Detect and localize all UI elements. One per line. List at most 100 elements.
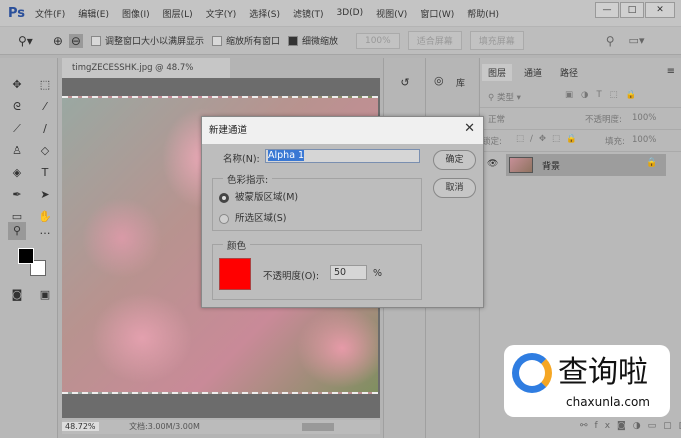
menu-3d[interactable]: 3D(D) [337, 8, 364, 18]
name-label: 名称(N): [223, 154, 260, 165]
lock-row: 锁定: ⬚∕✥⬚🔒 填充: 100% [480, 130, 681, 152]
marquee-tool-icon[interactable]: ⬚ [36, 76, 54, 94]
minimize-button[interactable]: — [595, 2, 619, 18]
menu-view[interactable]: 视图(V) [376, 7, 407, 20]
brush-tool-icon[interactable]: ∕ [36, 120, 54, 138]
layer-name: 背景 [542, 162, 561, 172]
status-bar: 48.72% 文档:3.00M/3.00M [62, 420, 380, 434]
quick-mask-icon[interactable]: ◙ [8, 286, 26, 304]
zoom-tool-icon[interactable]: ⚲ [8, 222, 26, 240]
horizontal-scrollbar[interactable] [302, 423, 334, 431]
layer-thumbnail [509, 157, 533, 173]
tab-layers[interactable]: 图层 [482, 64, 513, 81]
options-bar: ⚲▾ ⊕ ⊖ 调整窗口大小以满屏显示 缩放所有窗口 细微缩放 100% 适合屏幕… [0, 27, 681, 55]
panel-menu-icon[interactable]: ≡ [667, 66, 675, 77]
history-icon[interactable]: ↺ [396, 74, 414, 92]
opacity-label: 不透明度(O): [263, 271, 320, 282]
lock-icon: 🔒 [646, 158, 658, 168]
eyedropper-icon[interactable]: ⟋ [8, 120, 26, 138]
visibility-eye-icon[interactable]: 👁 [487, 159, 498, 169]
resize-windows-label: 调整窗口大小以满屏显示 [104, 37, 204, 47]
scrubby-zoom-checkbox[interactable] [287, 35, 298, 46]
close-window-button[interactable]: ✕ [645, 2, 675, 18]
tab-paths[interactable]: 路径 [554, 64, 584, 81]
opacity-input[interactable]: 50 [330, 265, 367, 280]
menu-bar: Ps 文件(F) 编辑(E) 图像(I) 图层(L) 文字(Y) 选择(S) 滤… [0, 0, 681, 26]
lock-label: 锁定: [482, 137, 502, 147]
type-tool-icon[interactable]: T [36, 164, 54, 182]
menu-filter[interactable]: 滤镜(T) [293, 7, 324, 20]
blend-mode-select[interactable]: 正常 [488, 113, 505, 125]
foreground-color[interactable] [18, 248, 34, 264]
more-tools-icon[interactable]: … [36, 222, 54, 240]
menu-layer[interactable]: 图层(L) [163, 7, 193, 20]
masked-areas-radio[interactable]: 被蒙版区域(M) [219, 189, 298, 203]
layer-filter-row: ⚲ 类型 ▾ ▣◑T⬚🔒 [480, 86, 681, 108]
creative-cloud-icon[interactable]: ◎ [434, 74, 444, 87]
fill-value[interactable]: 100% [632, 135, 656, 145]
selected-areas-radio[interactable]: 所选区域(S) [219, 210, 286, 224]
photoshop-logo: Ps [8, 5, 26, 21]
menu-image[interactable]: 图像(I) [122, 7, 150, 20]
fill-tool-icon[interactable]: ◈ [8, 164, 26, 182]
percent-label: % [373, 268, 383, 279]
lock-icons[interactable]: ⬚∕✥⬚🔒 [516, 134, 583, 144]
blend-row: 正常 不透明度: 100% [480, 108, 681, 130]
zoom-all-checkbox[interactable] [211, 35, 222, 46]
zoom-in-icon[interactable]: ⊕ [53, 34, 63, 48]
color-group-label: 颜色 [223, 238, 251, 252]
zoom-tool-icon[interactable]: ⚲▾ [18, 34, 33, 48]
doc-size: 文档:3.00M/3.00M [129, 422, 200, 431]
ok-button[interactable]: 确定 [433, 150, 476, 170]
menu-help[interactable]: 帮助(H) [467, 7, 499, 20]
menu-type[interactable]: 文字(Y) [206, 7, 237, 20]
menu-window[interactable]: 窗口(W) [420, 7, 454, 20]
zoom-out-icon[interactable]: ⊖ [68, 33, 83, 48]
color-group: 颜色 不透明度(O): 50 % [212, 238, 422, 300]
resize-windows-checkbox[interactable] [90, 35, 101, 46]
stamp-tool-icon[interactable]: ♙ [8, 142, 26, 160]
document-tab[interactable]: timgZECESSHK.jpg @ 48.7%(RGB/8#) × [62, 58, 230, 93]
watermark: 查询啦 chaxunla.com [504, 345, 670, 417]
maximize-button[interactable]: □ [620, 2, 644, 18]
name-input[interactable]: Alpha 1 [265, 149, 420, 163]
workspace-icon[interactable]: ▭▾ [629, 34, 645, 47]
dialog-title: 新建通道 [202, 117, 483, 144]
menu-select[interactable]: 选择(S) [249, 7, 280, 20]
opacity-label: 不透明度: [585, 115, 622, 125]
fit-screen-button[interactable]: 适合屏幕 [407, 31, 462, 50]
path-select-icon[interactable]: ➤ [36, 186, 54, 204]
tab-channels[interactable]: 通道 [518, 64, 548, 81]
opacity-value[interactable]: 100% [632, 113, 656, 123]
fill-label: 填充: [605, 137, 625, 147]
scrubby-zoom-label: 细微缩放 [301, 37, 338, 47]
magic-wand-icon[interactable]: ⁄ [36, 98, 54, 116]
watermark-url: chaxunla.com [566, 395, 650, 409]
pen-tool-icon[interactable]: ✒ [8, 186, 26, 204]
watermark-brand: 查询啦 [558, 355, 648, 390]
name-input-value: Alpha 1 [268, 150, 305, 161]
tools-panel: ✥ ⬚ ᘓ ⁄ ⟋ ∕ ♙ ◇ ◈ T ✒ ➤ ▭ ✋ ⚲ … ◙ ▣ [0, 58, 58, 438]
zoom-level[interactable]: 48.72% [62, 422, 99, 431]
watermark-logo-icon [512, 353, 552, 393]
library-label[interactable]: 库 [456, 76, 465, 89]
zoom-100-button[interactable]: 100% [355, 32, 400, 49]
menu-file[interactable]: 文件(F) [35, 7, 65, 20]
eraser-tool-icon[interactable]: ◇ [36, 142, 54, 160]
cancel-button[interactable]: 取消 [433, 178, 476, 198]
search-icon[interactable]: ⚲ [606, 34, 615, 48]
layer-actions[interactable]: ⚯fx◙◑▭▢▥ [480, 421, 681, 431]
screen-mode-icon[interactable]: ▣ [36, 286, 54, 304]
dialog-close-icon[interactable]: ✕ [464, 121, 475, 136]
new-channel-dialog: 新建通道 ✕ 名称(N): Alpha 1 确定 取消 色彩指示: 被蒙版区域(… [201, 116, 484, 308]
move-tool-icon[interactable]: ✥ [8, 76, 26, 94]
fill-screen-button[interactable]: 填充屏幕 [469, 31, 524, 50]
menu-edit[interactable]: 编辑(E) [78, 7, 109, 20]
filter-kind-select[interactable]: ⚲ 类型 ▾ [488, 91, 521, 103]
lasso-tool-icon[interactable]: ᘓ [8, 98, 26, 116]
color-indicates-group: 色彩指示: 被蒙版区域(M) 所选区域(S) [212, 172, 422, 231]
filter-icons[interactable]: ▣◑T⬚🔒 [565, 90, 644, 100]
layer-row-background[interactable]: 👁 背景 🔒 [480, 154, 668, 176]
color-indicates-label: 色彩指示: [223, 172, 273, 186]
color-swatch[interactable] [219, 258, 251, 290]
